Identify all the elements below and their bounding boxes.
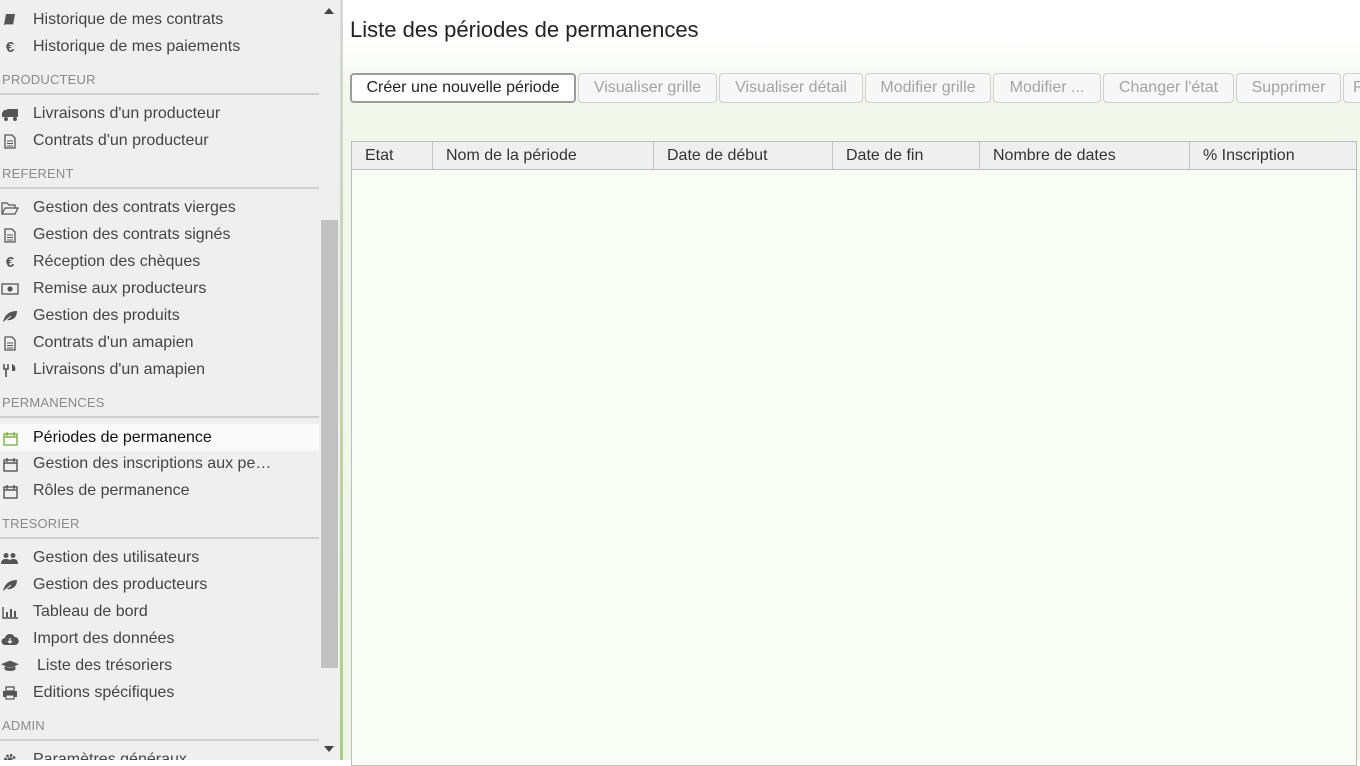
calendar-icon [1, 430, 19, 446]
column-header-nombre-dates[interactable]: Nombre de dates [980, 142, 1190, 169]
sidebar-item-label: Contrats d'un producteur [33, 132, 209, 149]
sidebar-item-label: Gestion des producteurs [33, 576, 208, 593]
column-header-nom-periode[interactable]: Nom de la période [433, 142, 654, 169]
column-header-inscription[interactable]: % Inscription [1190, 142, 1356, 169]
sidebar-item-reception-cheques[interactable]: € Réception des chèques [0, 248, 319, 275]
sidebar-item-import-donnees[interactable]: Import des données [0, 625, 319, 652]
sidebar-item-label: Historique de mes contrats [33, 11, 224, 28]
section-title-referent: REFERENT [2, 166, 74, 181]
delete-button[interactable]: Supprimer [1236, 73, 1341, 103]
section-divider [0, 537, 319, 539]
sidebar-item-label: Remise aux producteurs [33, 280, 207, 297]
periods-table: Etat Nom de la période Date de début Dat… [351, 141, 1357, 766]
sidebar-item-label: Gestion des contrats signés [33, 226, 231, 243]
gear-icon [1, 752, 19, 760]
sidebar-item-label: Historique de mes paiements [33, 38, 241, 55]
euro-icon: € [5, 253, 15, 271]
document-icon [1, 133, 19, 149]
sidebar-item-label: Gestion des contrats vierges [33, 199, 236, 216]
sidebar-item-historique-paiements[interactable]: € Historique de mes paiements [0, 33, 319, 60]
document-icon [1, 227, 19, 243]
sidebar-item-label: Périodes de permanence [33, 429, 212, 446]
print-icon [1, 685, 19, 701]
view-grid-button[interactable]: Visualiser grille [578, 73, 717, 103]
cloud-download-icon [1, 631, 19, 647]
sidebar-item-periodes-permanence[interactable]: Périodes de permanence [0, 424, 319, 451]
sidebar-item-contrats-signes[interactable]: Gestion des contrats signés [0, 221, 319, 248]
users-icon [1, 550, 19, 566]
section-title-tresorier: TRESORIER [2, 516, 80, 531]
sidebar-item-label: Editions spécifiques [33, 684, 175, 701]
column-header-etat[interactable]: Etat [352, 142, 433, 169]
sidebar-item-editions-specifiques[interactable]: Editions spécifiques [0, 679, 319, 706]
sidebar-item-parametres-generaux[interactable]: Paramètres généraux [0, 746, 319, 760]
leaf-icon [1, 308, 19, 324]
sidebar-item-label: Contrats d'un amapien [33, 334, 194, 351]
euro-icon: € [5, 38, 15, 56]
sidebar-item-inscriptions-permanences[interactable]: Gestion des inscriptions aux pe… [0, 450, 319, 477]
sidebar-menu: Historique de mes contrats € Historique … [0, 0, 320, 760]
sidebar-item-livraisons-amapien[interactable]: Livraisons d'un amapien [0, 356, 319, 383]
section-title-producteur: PRODUCTEUR [2, 72, 96, 87]
scrollbar-thumb[interactable] [321, 220, 338, 668]
section-divider [0, 416, 319, 418]
view-detail-button[interactable]: Visualiser détail [719, 73, 863, 103]
sidebar-item-livraisons-producteur[interactable]: Livraisons d'un producteur [0, 100, 319, 127]
document-icon [1, 335, 19, 351]
scroll-up-arrow-icon[interactable] [324, 8, 334, 14]
sidebar-item-label: Tableau de bord [33, 603, 148, 620]
sidebar-item-roles-permanence[interactable]: Rôles de permanence [0, 477, 319, 504]
edit-button[interactable]: Modifier ... [993, 73, 1101, 103]
truck-icon [1, 106, 19, 122]
sidebar-item-contrats-producteur[interactable]: Contrats d'un producteur [0, 127, 319, 154]
main-panel: Liste des périodes de permanences Créer … [343, 0, 1360, 766]
sidebar-item-label: Gestion des produits [33, 307, 180, 324]
page-title: Liste des périodes de permanences [350, 17, 699, 42]
edit-grid-button[interactable]: Modifier grille [865, 73, 991, 103]
section-title-admin: ADMIN [2, 718, 45, 733]
sidebar-item-gestion-utilisateurs[interactable]: Gestion des utilisateurs [0, 544, 319, 571]
sidebar-item-label: Réception des chèques [33, 253, 201, 270]
calendar-icon [1, 456, 19, 472]
create-period-button[interactable]: Créer une nouvelle période [350, 73, 576, 103]
sidebar-item-liste-tresoriers[interactable]: Liste des trésoriers [0, 652, 319, 679]
section-divider [0, 93, 319, 95]
sidebar-scrollbar[interactable] [320, 0, 340, 760]
column-header-date-debut[interactable]: Date de début [654, 142, 833, 169]
sidebar-item-gestion-produits[interactable]: Gestion des produits [0, 302, 319, 329]
calendar-icon [1, 483, 19, 499]
sidebar-item-label: Rôles de permanence [33, 482, 190, 499]
sidebar-item-label: Paramètres généraux [33, 751, 187, 760]
money-icon [1, 281, 19, 297]
table-header: Etat Nom de la période Date de début Dat… [352, 142, 1356, 170]
section-title-permanences: PERMANENCES [2, 395, 105, 410]
sidebar-item-label: Livraisons d'un producteur [33, 105, 221, 122]
sidebar-item-remise-producteurs[interactable]: Remise aux producteurs [0, 275, 319, 302]
column-header-date-fin[interactable]: Date de fin [833, 142, 980, 169]
graduation-cap-icon [1, 658, 19, 674]
scroll-down-arrow-icon[interactable] [324, 746, 334, 752]
sidebar-item-label: Import des données [33, 630, 175, 647]
folder-open-icon [1, 200, 19, 216]
section-divider [0, 739, 319, 741]
section-divider [0, 187, 319, 189]
sidebar-item-contrats-vierges[interactable]: Gestion des contrats vierges [0, 194, 319, 221]
leaf-icon [1, 577, 19, 593]
sidebar-item-historique-contrats[interactable]: Historique de mes contrats [0, 6, 319, 33]
sidebar-item-label: Gestion des inscriptions aux pe… [33, 455, 272, 472]
sidebar-item-gestion-producteurs[interactable]: Gestion des producteurs [0, 571, 319, 598]
bar-chart-icon [1, 604, 19, 620]
book-icon [1, 12, 19, 28]
more-button[interactable]: R [1343, 73, 1360, 103]
sidebar-item-label: Gestion des utilisateurs [33, 549, 200, 566]
change-state-button[interactable]: Changer l'état [1103, 73, 1234, 103]
sidebar-item-label: Liste des trésoriers [37, 657, 173, 674]
cutlery-icon [1, 362, 19, 378]
sidebar-item-contrats-amapien[interactable]: Contrats d'un amapien [0, 329, 319, 356]
sidebar-item-tableau-de-bord[interactable]: Tableau de bord [0, 598, 319, 625]
sidebar-item-label: Livraisons d'un amapien [33, 361, 206, 378]
